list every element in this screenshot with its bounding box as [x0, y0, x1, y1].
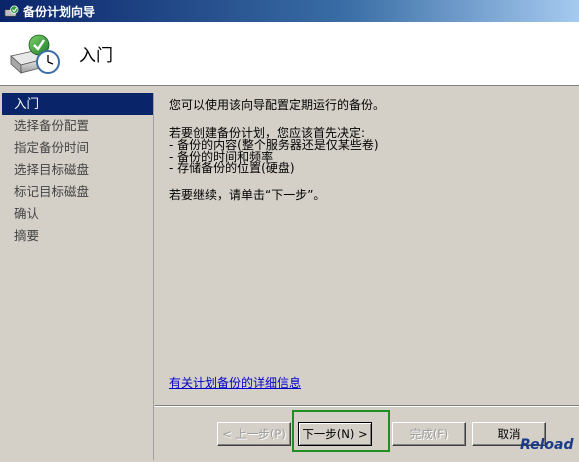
nav-item-select-target-disk[interactable]: 选择目标磁盘	[2, 159, 153, 181]
bullet-backup-location: - 存储备份的位置(硬盘)	[169, 161, 295, 175]
finish-button[interactable]: 完成(F)	[392, 422, 466, 446]
nav-item-getting-started[interactable]: 入门	[2, 93, 153, 115]
continue-text: 若要继续，请单击“下一步”。	[169, 187, 326, 202]
page-title: 入门	[79, 46, 113, 66]
backup-schedule-icon	[10, 34, 60, 74]
nav-item-confirm[interactable]: 确认	[2, 203, 153, 225]
nav-item-select-backup-config[interactable]: 选择备份配置	[2, 115, 153, 137]
nav-item-label-target-disk[interactable]: 标记目标磁盘	[2, 181, 153, 203]
intro-text: 您可以使用该向导配置定期运行的备份。	[169, 98, 386, 112]
next-button[interactable]: 下一步(N) >	[298, 422, 372, 446]
nav-item-summary[interactable]: 摘要	[2, 225, 153, 247]
backup-app-icon	[4, 5, 19, 17]
window-title: 备份计划向导	[23, 4, 96, 19]
footer-divider	[155, 405, 579, 407]
wizard-header: 入门	[0, 22, 579, 86]
reload-overlay-text: Reload	[520, 437, 574, 453]
wizard-content: 您可以使用该向导配置定期运行的备份。 若要创建备份计划，您应该首先决定: - 备…	[155, 93, 579, 403]
nav-item-specify-backup-time[interactable]: 指定备份时间	[2, 137, 153, 159]
title-bar[interactable]: 备份计划向导	[0, 0, 579, 22]
backup-details-link[interactable]: 有关计划备份的详细信息	[169, 374, 301, 391]
wizard-steps-sidebar: 入门 选择备份配置 指定备份时间 选择目标磁盘 标记目标磁盘 确认 摘要	[2, 93, 154, 460]
previous-button[interactable]: < 上一步(P)	[217, 422, 291, 446]
